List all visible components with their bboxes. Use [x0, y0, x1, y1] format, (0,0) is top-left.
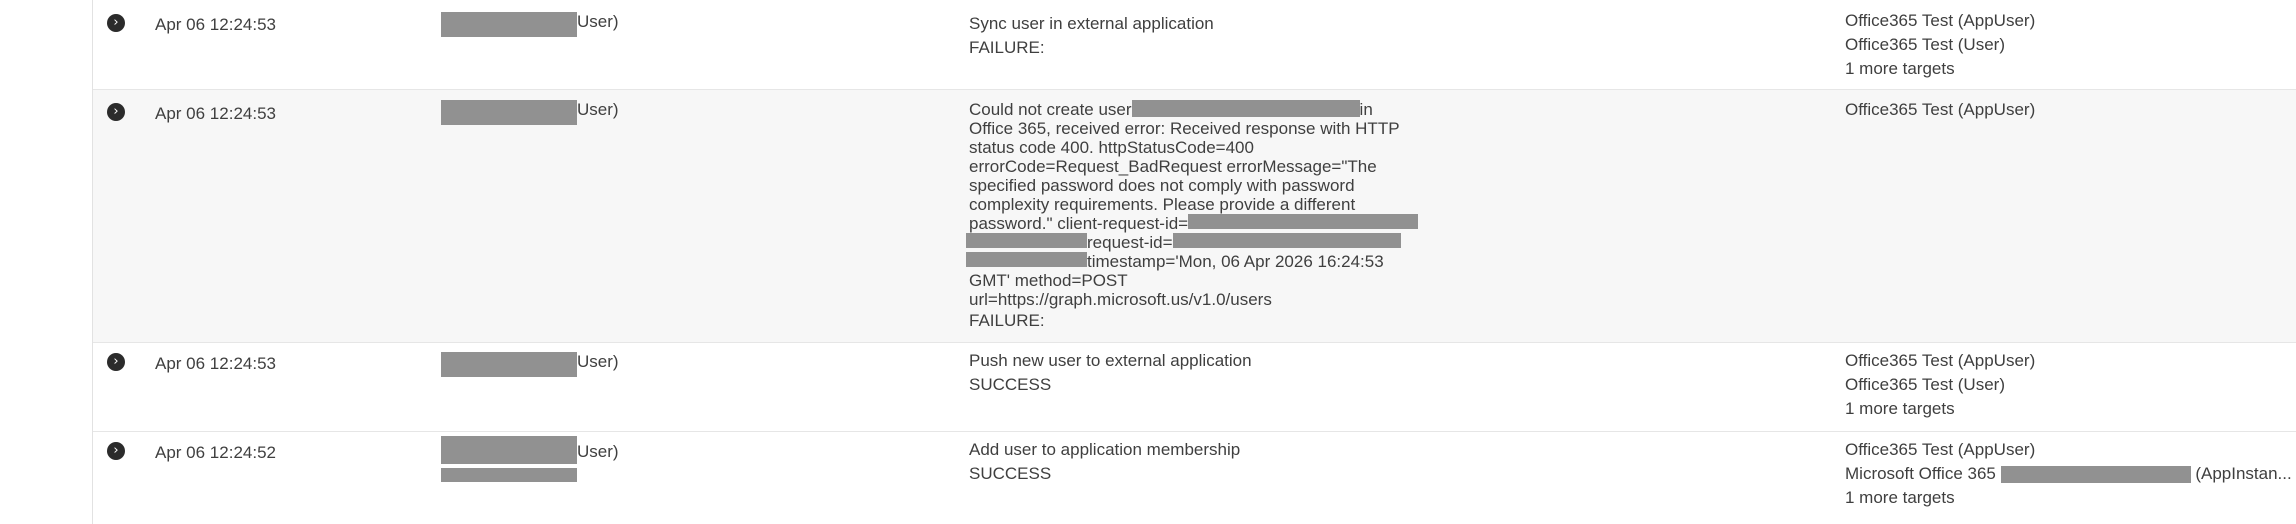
target-item: Office365 Test (User)	[1845, 375, 2005, 394]
redacted-app-instance	[2000, 466, 2191, 484]
event-info: Add user to application membership SUCCE…	[969, 438, 1429, 486]
event-title: Sync user in external application	[969, 14, 1214, 33]
target-item: Office365 Test (AppUser)	[1845, 440, 2036, 459]
system-log-table: › Apr 06 12:24:53 User) Sync user in ext…	[92, 0, 2296, 524]
log-row: › Apr 06 12:24:52 User) Add user to appl…	[93, 432, 2296, 524]
redacted-actor-name	[441, 100, 577, 125]
event-outcome: SUCCESS	[969, 375, 1052, 394]
actor-type: User)	[577, 12, 619, 31]
actor: User)	[441, 352, 619, 377]
actor: User)	[441, 12, 619, 37]
event-info: Push new user to external application SU…	[969, 349, 1429, 397]
redacted-client-request-id	[966, 233, 1087, 248]
redacted-request-id	[966, 252, 1087, 267]
expand-row-icon[interactable]: ›	[107, 103, 125, 121]
more-targets-link[interactable]: 1 more targets	[1845, 488, 1955, 507]
event-info: Sync user in external application FAILUR…	[969, 12, 1429, 60]
target-item: Office365 Test (User)	[1845, 35, 2005, 54]
target-item: Microsoft Office 365 (AppInstan...	[1845, 464, 2292, 484]
event-title: Push new user to external application	[969, 351, 1252, 370]
targets: Office365 Test (AppUser) Office365 Test …	[1845, 349, 2295, 421]
event-outcome: FAILURE:	[969, 38, 1045, 57]
targets: Office365 Test (AppUser) Microsoft Offic…	[1845, 438, 2295, 510]
actor: User)	[441, 100, 619, 125]
more-targets-link[interactable]: 1 more targets	[1845, 399, 1955, 418]
event-title: Add user to application membership	[969, 440, 1241, 459]
redacted-actor-name	[441, 12, 577, 37]
redacted-request-id	[1172, 233, 1401, 248]
target-item: Office365 Test (AppUser)	[1845, 11, 2036, 30]
target-item: Office365 Test (AppUser)	[1845, 351, 2036, 370]
expand-row-icon[interactable]: ›	[107, 442, 125, 460]
redacted-user	[1131, 100, 1360, 117]
expand-row-icon[interactable]: ›	[107, 353, 125, 371]
targets: Office365 Test (AppUser)	[1845, 98, 2295, 122]
redacted-actor-name	[441, 352, 577, 377]
actor-type: User)	[577, 352, 619, 371]
event-time: Apr 06 12:24:52	[155, 443, 276, 462]
event-time: Apr 06 12:24:53	[155, 354, 276, 373]
log-row: › Apr 06 12:24:53 User) Push new user to…	[93, 343, 2296, 432]
actor: User)	[441, 436, 619, 482]
event-error-message: Could not create user in Office 365, rece…	[966, 100, 1429, 333]
redacted-actor-name	[441, 468, 577, 482]
log-row: › Apr 06 12:24:53 User) Sync user in ext…	[93, 0, 2296, 90]
event-time: Apr 06 12:24:53	[155, 104, 276, 123]
target-item: Office365 Test (AppUser)	[1845, 100, 2036, 119]
redacted-client-request-id	[1188, 214, 1419, 229]
actor-type: User)	[577, 100, 619, 119]
more-targets-link[interactable]: 1 more targets	[1845, 59, 1955, 78]
expand-row-icon[interactable]: ›	[107, 14, 125, 32]
targets: Office365 Test (AppUser) Office365 Test …	[1845, 9, 2295, 81]
redacted-actor-name	[441, 436, 577, 464]
log-row: › Apr 06 12:24:53 User) Could not create…	[93, 90, 2296, 343]
event-outcome: SUCCESS	[969, 464, 1052, 483]
event-time: Apr 06 12:24:53	[155, 15, 276, 34]
actor-type: User)	[577, 442, 619, 461]
event-outcome: FAILURE:	[969, 311, 1045, 330]
